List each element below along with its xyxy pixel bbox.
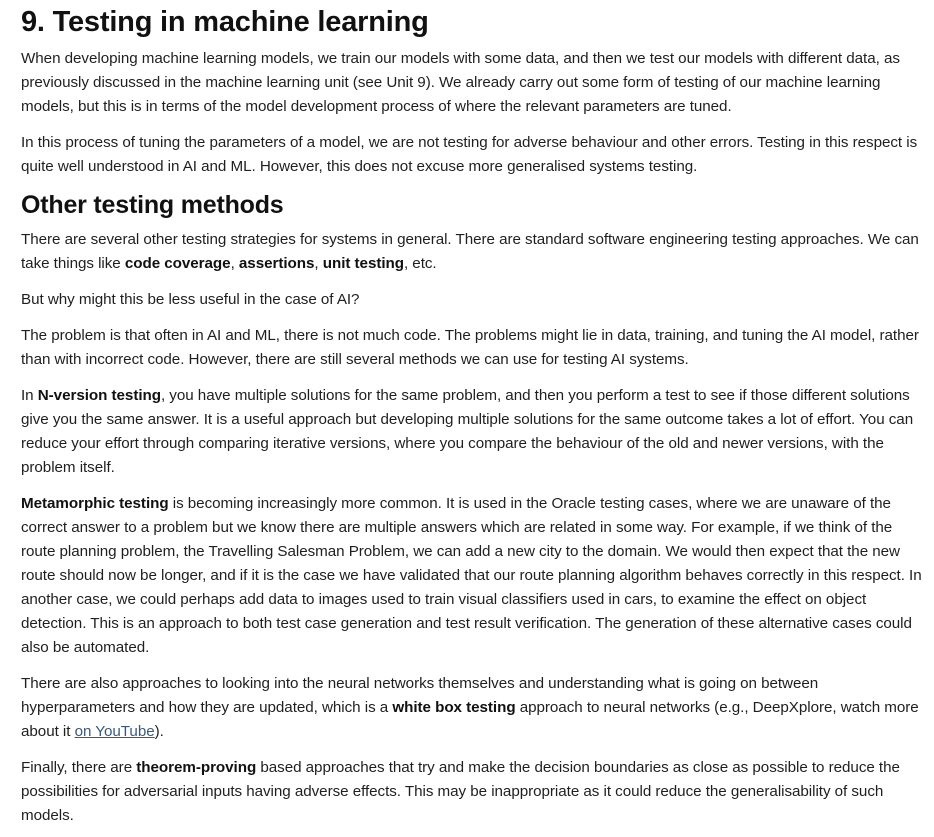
term-n-version-testing: N-version testing [37, 387, 161, 404]
text: In [21, 387, 38, 404]
term-code-coverage: code coverage [124, 255, 231, 272]
text: ). [154, 723, 164, 740]
article: 9. Testing in machine learning When deve… [0, 0, 934, 828]
paragraph-theorem-proving: Finally, there are theorem-proving based… [21, 756, 924, 828]
text: Finally, there are [21, 759, 137, 776]
section-heading: Other testing methods [21, 191, 284, 219]
paragraph-question: But why might this be less useful in the… [21, 291, 360, 308]
text: , [314, 255, 323, 272]
text: is becoming increasingly more common. It… [21, 495, 922, 656]
term-theorem-proving: theorem-proving [136, 759, 257, 776]
term-white-box-testing: white box testing [392, 699, 516, 716]
paragraph-testing-strategies: There are several other testing strategi… [21, 228, 924, 276]
page-title: 9. Testing in machine learning [21, 6, 429, 38]
text: , etc. [403, 255, 437, 272]
paragraph-white-box: There are also approaches to looking int… [21, 672, 924, 744]
term-metamorphic-testing: Metamorphic testing [21, 495, 169, 512]
intro-paragraph-1: When developing machine learning models,… [21, 50, 900, 115]
paragraph-metamorphic: Metamorphic testing is becoming increasi… [21, 492, 924, 660]
text: , [230, 255, 239, 272]
intro-paragraph-2: In this process of tuning the parameters… [21, 134, 918, 175]
term-assertions: assertions [238, 255, 315, 272]
paragraph-n-version: In N-version testing, you have multiple … [21, 384, 924, 480]
term-unit-testing: unit testing [322, 255, 404, 272]
youtube-link[interactable]: on YouTube [75, 723, 155, 740]
paragraph-problem: The problem is that often in AI and ML, … [21, 327, 919, 368]
